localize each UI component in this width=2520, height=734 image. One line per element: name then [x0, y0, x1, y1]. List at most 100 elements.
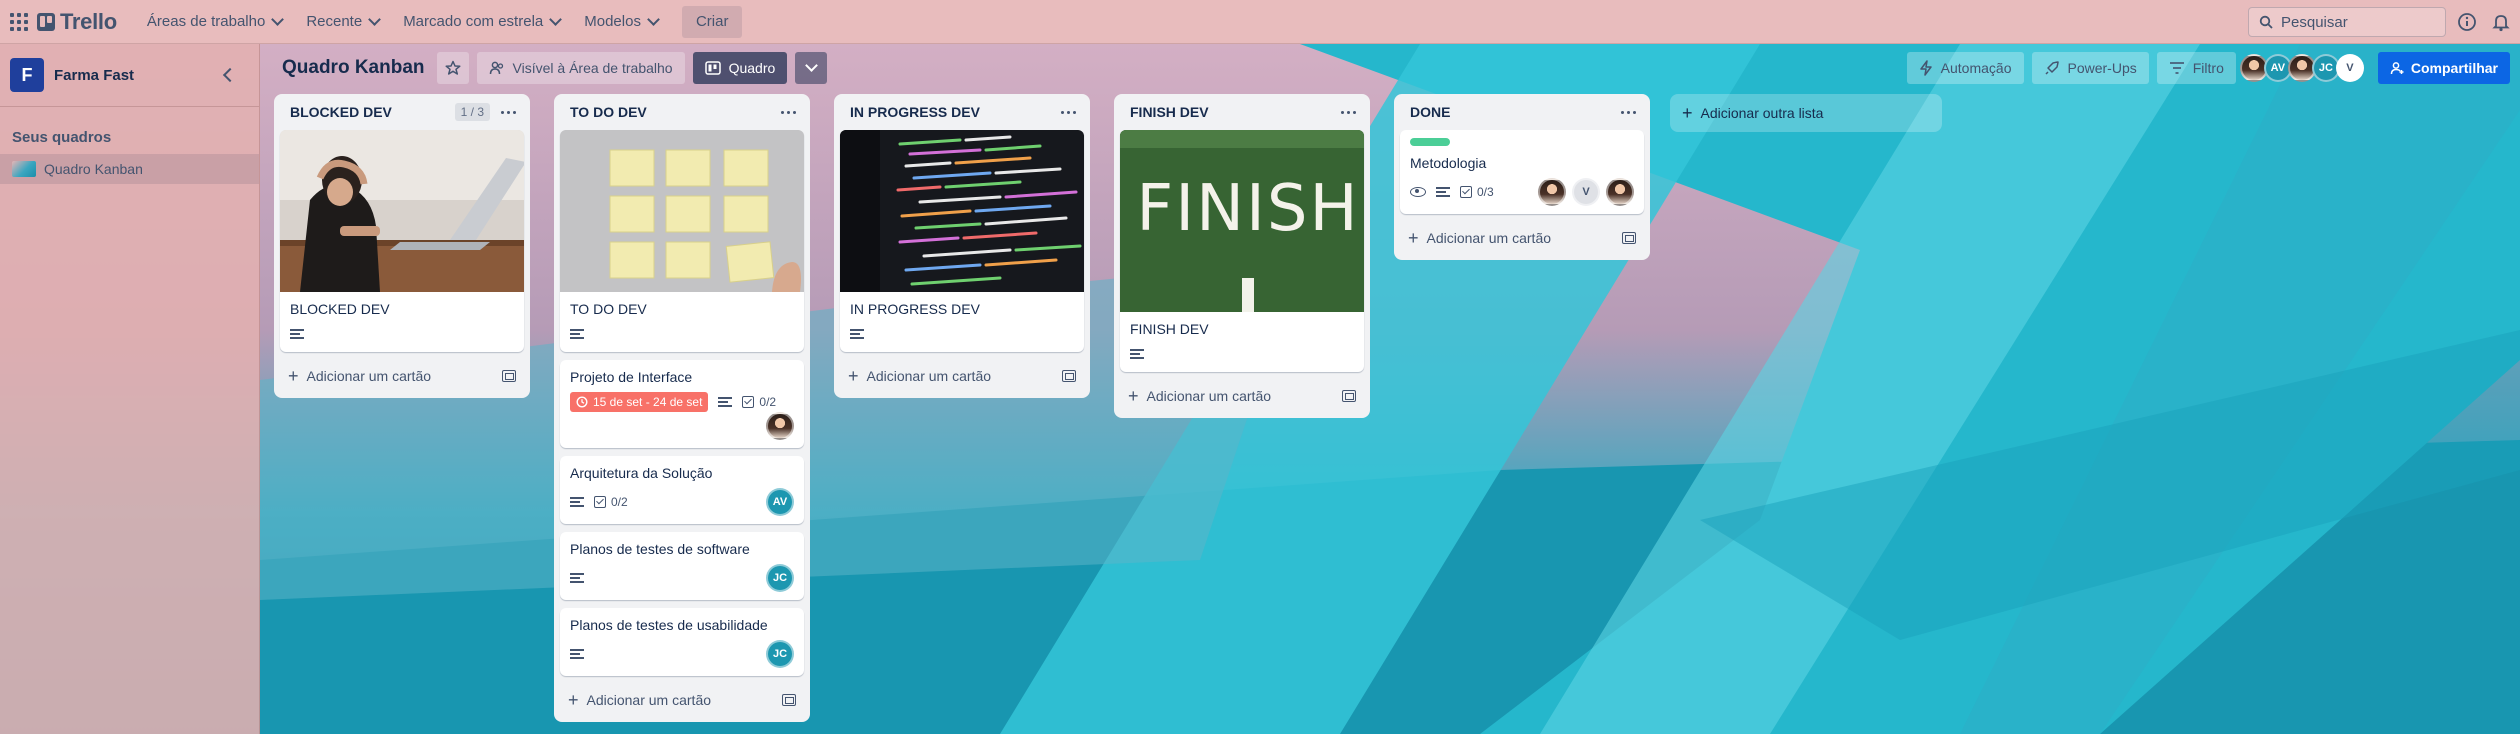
card-arquitetura-da-solucao[interactable]: Arquitetura da Solução 0/2 AV — [560, 456, 804, 524]
card-finish-dev[interactable]: FINISH FINISH DEV — [1120, 130, 1364, 372]
board-view-button[interactable]: Quadro — [692, 52, 788, 84]
share-button[interactable]: Compartilhar — [2377, 52, 2510, 84]
description-icon — [570, 649, 584, 659]
list-to-do-dev: TO DO DEV TO DO DEV Projeto de Interface… — [554, 94, 810, 722]
card-label-green[interactable] — [1410, 138, 1450, 146]
notifications-bell-icon[interactable] — [2490, 11, 2512, 33]
member-avatar[interactable]: V — [2335, 54, 2364, 82]
card-member-avatar[interactable] — [1606, 178, 1634, 206]
checklist-count: 0/3 — [1477, 185, 1494, 199]
list-header[interactable]: TO DO DEV — [560, 94, 804, 130]
visibility-button[interactable]: Visível à Área de trabalho — [476, 52, 685, 84]
card-cover-image — [560, 130, 804, 292]
list-in-progress-dev: IN PROGRESS DEV IN PROGRESS DEV + Adicio… — [834, 94, 1090, 398]
card-member-avatar[interactable]: JC — [766, 564, 794, 592]
sidebar-item-label: Quadro Kanban — [44, 161, 143, 177]
card-member-avatar[interactable] — [766, 412, 794, 440]
plus-icon: + — [568, 690, 579, 710]
chevron-down-icon — [647, 12, 660, 26]
list-menu-icon[interactable] — [1060, 110, 1076, 114]
code-on-screen-image — [840, 130, 1084, 292]
trello-logo[interactable]: Trello — [37, 9, 117, 35]
description-icon — [1130, 349, 1144, 359]
card-blocked-dev[interactable]: BLOCKED DEV — [280, 130, 524, 352]
nav-recent[interactable]: Recente — [296, 6, 389, 38]
list-header[interactable]: IN PROGRESS DEV — [840, 94, 1084, 130]
list-title[interactable]: BLOCKED DEV — [290, 104, 455, 120]
create-from-template-icon[interactable] — [1342, 390, 1356, 402]
list-menu-icon[interactable] — [500, 110, 516, 114]
search-input[interactable]: Pesquisar — [2248, 7, 2446, 37]
workspace-logo[interactable]: F — [10, 58, 44, 92]
stressed-person-laptop-image — [280, 130, 524, 292]
list-header[interactable]: DONE — [1400, 94, 1644, 130]
powerups-label: Power-Ups — [2067, 60, 2137, 76]
create-from-template-icon[interactable] — [502, 370, 516, 382]
workspace-name[interactable]: Farma Fast — [54, 67, 215, 84]
card-member-avatar[interactable] — [1538, 178, 1566, 206]
checklist-icon — [594, 496, 606, 508]
card-planos-de-testes-de-software[interactable]: Planos de testes de software JC — [560, 532, 804, 600]
list-menu-icon[interactable] — [1340, 110, 1356, 114]
add-card-button[interactable]: + Adicionar um cartão — [840, 360, 1084, 392]
add-card-button[interactable]: + Adicionar um cartão — [280, 360, 524, 392]
card-to-do-dev[interactable]: TO DO DEV — [560, 130, 804, 352]
info-icon[interactable] — [2456, 11, 2478, 33]
app-switcher-icon[interactable] — [10, 12, 28, 31]
card-planos-de-testes-de-usabilidade[interactable]: Planos de testes de usabilidade JC — [560, 608, 804, 676]
card-projeto-de-interface[interactable]: Projeto de Interface 15 de set - 24 de s… — [560, 360, 804, 448]
due-date-badge[interactable]: 15 de set - 24 de set — [570, 392, 709, 412]
view-switcher-button[interactable] — [795, 52, 828, 84]
card-metodologia[interactable]: Metodologia 0/3 V — [1400, 130, 1644, 214]
chevron-down-icon — [549, 12, 563, 26]
people-icon — [489, 61, 503, 75]
collapse-sidebar-icon[interactable] — [222, 67, 238, 83]
card-title: Arquitetura da Solução — [570, 465, 713, 481]
add-card-button[interactable]: + Adicionar um cartão — [560, 684, 804, 716]
card-member-avatar[interactable]: JC — [766, 640, 794, 668]
filter-button[interactable]: Filtro — [2156, 52, 2236, 84]
list-header[interactable]: BLOCKED DEV 1 / 3 — [280, 94, 524, 130]
nav-workspaces[interactable]: Áreas de trabalho — [137, 6, 292, 38]
star-board-button[interactable] — [436, 52, 469, 84]
plus-icon: + — [1408, 228, 1419, 248]
list-menu-icon[interactable] — [780, 110, 796, 114]
card-title: Metodologia — [1410, 155, 1487, 171]
card-in-progress-dev[interactable]: IN PROGRESS DEV — [840, 130, 1084, 352]
board-header: Quadro Kanban Visível à Área de trabalho… — [262, 44, 2520, 92]
list-title[interactable]: IN PROGRESS DEV — [850, 104, 1060, 120]
automation-button[interactable]: Automação — [1906, 52, 2024, 84]
search-placeholder: Pesquisar — [2281, 13, 2348, 31]
sidebar-item-quadro-kanban[interactable]: Quadro Kanban — [0, 154, 259, 184]
board-tools: Automação Power-Ups Filtro AV JC V Compa… — [1906, 52, 2520, 84]
create-button[interactable]: Criar — [681, 5, 743, 38]
checklist-count: 0/2 — [611, 495, 628, 509]
checklist-icon — [1460, 186, 1472, 198]
add-card-label: Adicionar um cartão — [306, 368, 432, 384]
card-member-avatar[interactable]: AV — [766, 488, 794, 516]
watching-icon — [1410, 187, 1426, 197]
wip-limit-badge: 1 / 3 — [454, 103, 490, 121]
create-from-template-icon[interactable] — [1622, 232, 1636, 244]
chevron-down-icon — [368, 12, 382, 26]
chevron-down-icon — [804, 59, 818, 72]
list-title[interactable]: TO DO DEV — [570, 104, 780, 120]
search-icon — [2259, 15, 2273, 29]
sticky-notes-wall-image — [560, 130, 804, 292]
add-list-button[interactable]: + Adicionar outra lista — [1670, 94, 1942, 132]
list-title[interactable]: FINISH DEV — [1130, 104, 1340, 120]
board-title[interactable]: Quadro Kanban — [262, 57, 437, 79]
add-card-button[interactable]: + Adicionar um cartão — [1400, 222, 1644, 254]
card-member-avatar[interactable]: V — [1572, 178, 1600, 206]
list-header[interactable]: FINISH DEV — [1120, 94, 1364, 130]
nav-starred[interactable]: Marcado com estrela — [393, 6, 570, 38]
add-card-button[interactable]: + Adicionar um cartão — [1120, 380, 1364, 412]
list-title[interactable]: DONE — [1410, 104, 1620, 120]
create-from-template-icon[interactable] — [782, 694, 796, 706]
powerups-button[interactable]: Power-Ups — [2031, 52, 2149, 84]
nav-templates[interactable]: Modelos — [574, 6, 668, 38]
create-from-template-icon[interactable] — [1062, 370, 1076, 382]
card-title: Planos de testes de software — [570, 541, 750, 557]
list-menu-icon[interactable] — [1620, 110, 1636, 114]
checklist-badge: 0/2 — [594, 495, 628, 509]
